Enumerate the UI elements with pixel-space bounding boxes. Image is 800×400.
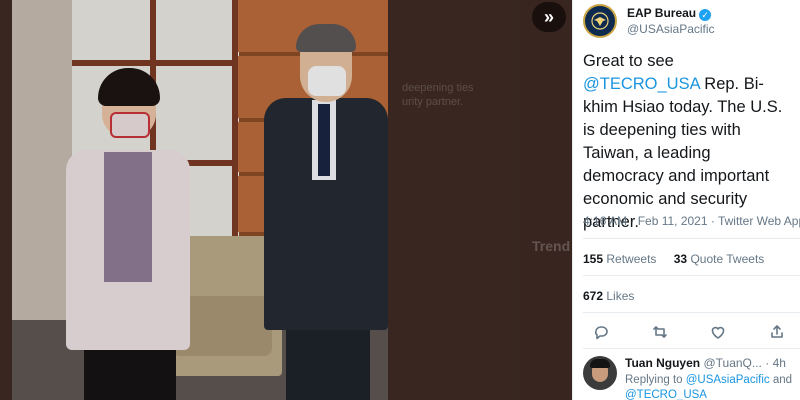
tweet-panel: EAP Bureau ✓ @USAsiaPacific Great to see … xyxy=(572,0,800,400)
avatar[interactable] xyxy=(583,356,617,390)
tweet-stats-row: 155 Retweets 33 Quote Tweets xyxy=(583,252,778,266)
quote-tweets-label: Quote Tweets xyxy=(690,252,765,266)
tweet-mention-link[interactable]: @TECRO_USA xyxy=(583,75,700,93)
eagle-seal-icon xyxy=(591,12,609,30)
reply-mention-link[interactable]: @USAsiaPacific xyxy=(686,374,770,386)
tweet-photo[interactable] xyxy=(12,0,388,400)
ghost-trends-heading: Trend xyxy=(532,238,571,254)
ghost-text-line: deepening ties xyxy=(402,82,474,94)
retweets-label: Retweets xyxy=(606,252,657,266)
retweets-count: 155 xyxy=(583,252,604,266)
retweets-stat[interactable]: 155 Retweets xyxy=(583,252,656,266)
photo-viewer: deepening ties urity partner. Trend » xyxy=(0,0,572,400)
reply-button[interactable] xyxy=(591,323,611,341)
reply-author-name[interactable]: Tuan Nguyen xyxy=(625,356,700,370)
author-handle[interactable]: @USAsiaPacific xyxy=(627,22,715,36)
verified-badge-icon: ✓ xyxy=(699,9,712,21)
tweet-timestamp[interactable]: 4:16 AM · Feb 11, 2021 · Twitter Web App xyxy=(583,214,800,228)
tweet-text-body: Rep. Bi-khim Hsiao today. The U.S. is de… xyxy=(583,75,783,231)
divider xyxy=(583,348,800,349)
replying-to-line: Replying to @USAsiaPacific and @TECRO_USA xyxy=(625,373,799,400)
share-button[interactable] xyxy=(767,323,787,341)
divider xyxy=(583,275,800,276)
divider xyxy=(583,312,800,313)
reply-timestamp[interactable]: · 4h xyxy=(765,356,786,370)
tweet-text-intro: Great to see xyxy=(583,52,674,70)
quote-tweets-stat[interactable]: 33 Quote Tweets xyxy=(674,252,765,266)
retweet-button[interactable] xyxy=(650,323,670,341)
reply-tweet[interactable]: Tuan Nguyen @TuanQ... · 4h Replying to @… xyxy=(583,356,799,400)
chevron-double-right-icon: » xyxy=(543,6,554,27)
author-name[interactable]: EAP Bureau ✓ xyxy=(627,6,712,21)
like-icon xyxy=(712,326,725,339)
like-button[interactable] xyxy=(708,323,728,341)
department-of-state-seal-icon[interactable] xyxy=(583,4,617,38)
tweet-author[interactable]: EAP Bureau ✓ @USAsiaPacific xyxy=(583,4,793,44)
retweet-icon xyxy=(652,326,667,338)
share-icon xyxy=(771,325,783,338)
reply-header: Tuan Nguyen @TuanQ... · 4h xyxy=(625,356,786,370)
replying-prefix: Replying to xyxy=(625,374,686,386)
tweet-text: Great to see @TECRO_USA Rep. Bi-khim Hsi… xyxy=(583,50,795,234)
reply-icon xyxy=(594,326,608,340)
divider xyxy=(583,238,800,239)
likes-stat[interactable]: 672 Likes xyxy=(583,289,634,303)
ghost-text-line: urity partner. xyxy=(402,96,464,108)
collapse-panel-button[interactable]: » xyxy=(532,2,566,32)
likes-label: Likes xyxy=(606,289,635,303)
quote-tweets-count: 33 xyxy=(673,252,688,266)
reply-mention-link[interactable]: @TECRO_USA xyxy=(625,389,707,400)
replying-joiner: and xyxy=(769,374,793,386)
author-name-text: EAP Bureau xyxy=(627,6,697,20)
reply-author-handle[interactable]: @TuanQ... xyxy=(703,356,761,370)
likes-count: 672 xyxy=(583,289,604,303)
background-page-ghost: deepening ties urity partner. Trend xyxy=(388,0,572,400)
tweet-actions xyxy=(591,323,787,341)
